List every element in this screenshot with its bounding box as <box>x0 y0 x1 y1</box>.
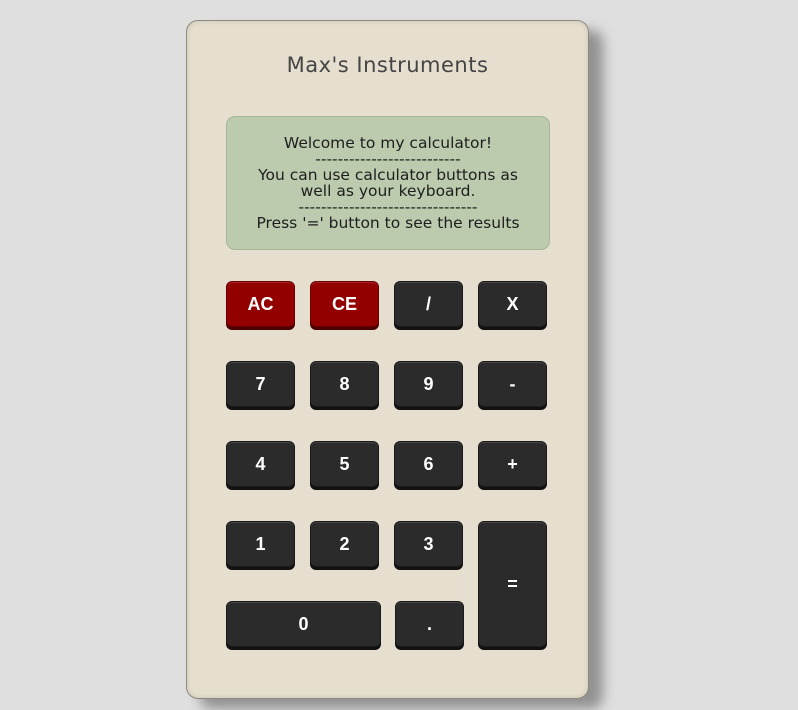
divide-button[interactable]: / <box>394 281 463 327</box>
digit-7-button[interactable]: 7 <box>226 361 295 407</box>
digit-9-button[interactable]: 9 <box>394 361 463 407</box>
digit-5-button[interactable]: 5 <box>310 441 379 487</box>
clear-entry-button[interactable]: CE <box>310 281 379 327</box>
digit-4-button[interactable]: 4 <box>226 441 295 487</box>
minus-button[interactable]: - <box>478 361 547 407</box>
display-line-divider: -------------------------- <box>315 151 461 167</box>
plus-button[interactable]: + <box>478 441 547 487</box>
digit-2-button[interactable]: 2 <box>310 521 379 567</box>
all-clear-button[interactable]: AC <box>226 281 295 327</box>
display-line-divider: -------------------------------- <box>298 199 478 215</box>
display-line-instructions-cont: well as your keyboard. <box>300 183 476 199</box>
digit-0-button[interactable]: 0 <box>226 601 381 647</box>
display-line-hint: Press '=' button to see the results <box>256 215 520 231</box>
decimal-button[interactable]: . <box>395 601 464 647</box>
display-line-instructions: You can use calculator buttons as <box>258 167 518 183</box>
display-line-welcome: Welcome to my calculator! <box>283 135 493 151</box>
brand-title: Max's Instruments <box>286 53 489 77</box>
calculator-body: Max's Instruments Welcome to my calculat… <box>186 20 589 699</box>
digit-8-button[interactable]: 8 <box>310 361 379 407</box>
display-screen: Welcome to my calculator! --------------… <box>226 116 550 250</box>
digit-1-button[interactable]: 1 <box>226 521 295 567</box>
equals-button[interactable]: = <box>478 521 547 647</box>
digit-3-button[interactable]: 3 <box>394 521 463 567</box>
digit-6-button[interactable]: 6 <box>394 441 463 487</box>
multiply-button[interactable]: X <box>478 281 547 327</box>
